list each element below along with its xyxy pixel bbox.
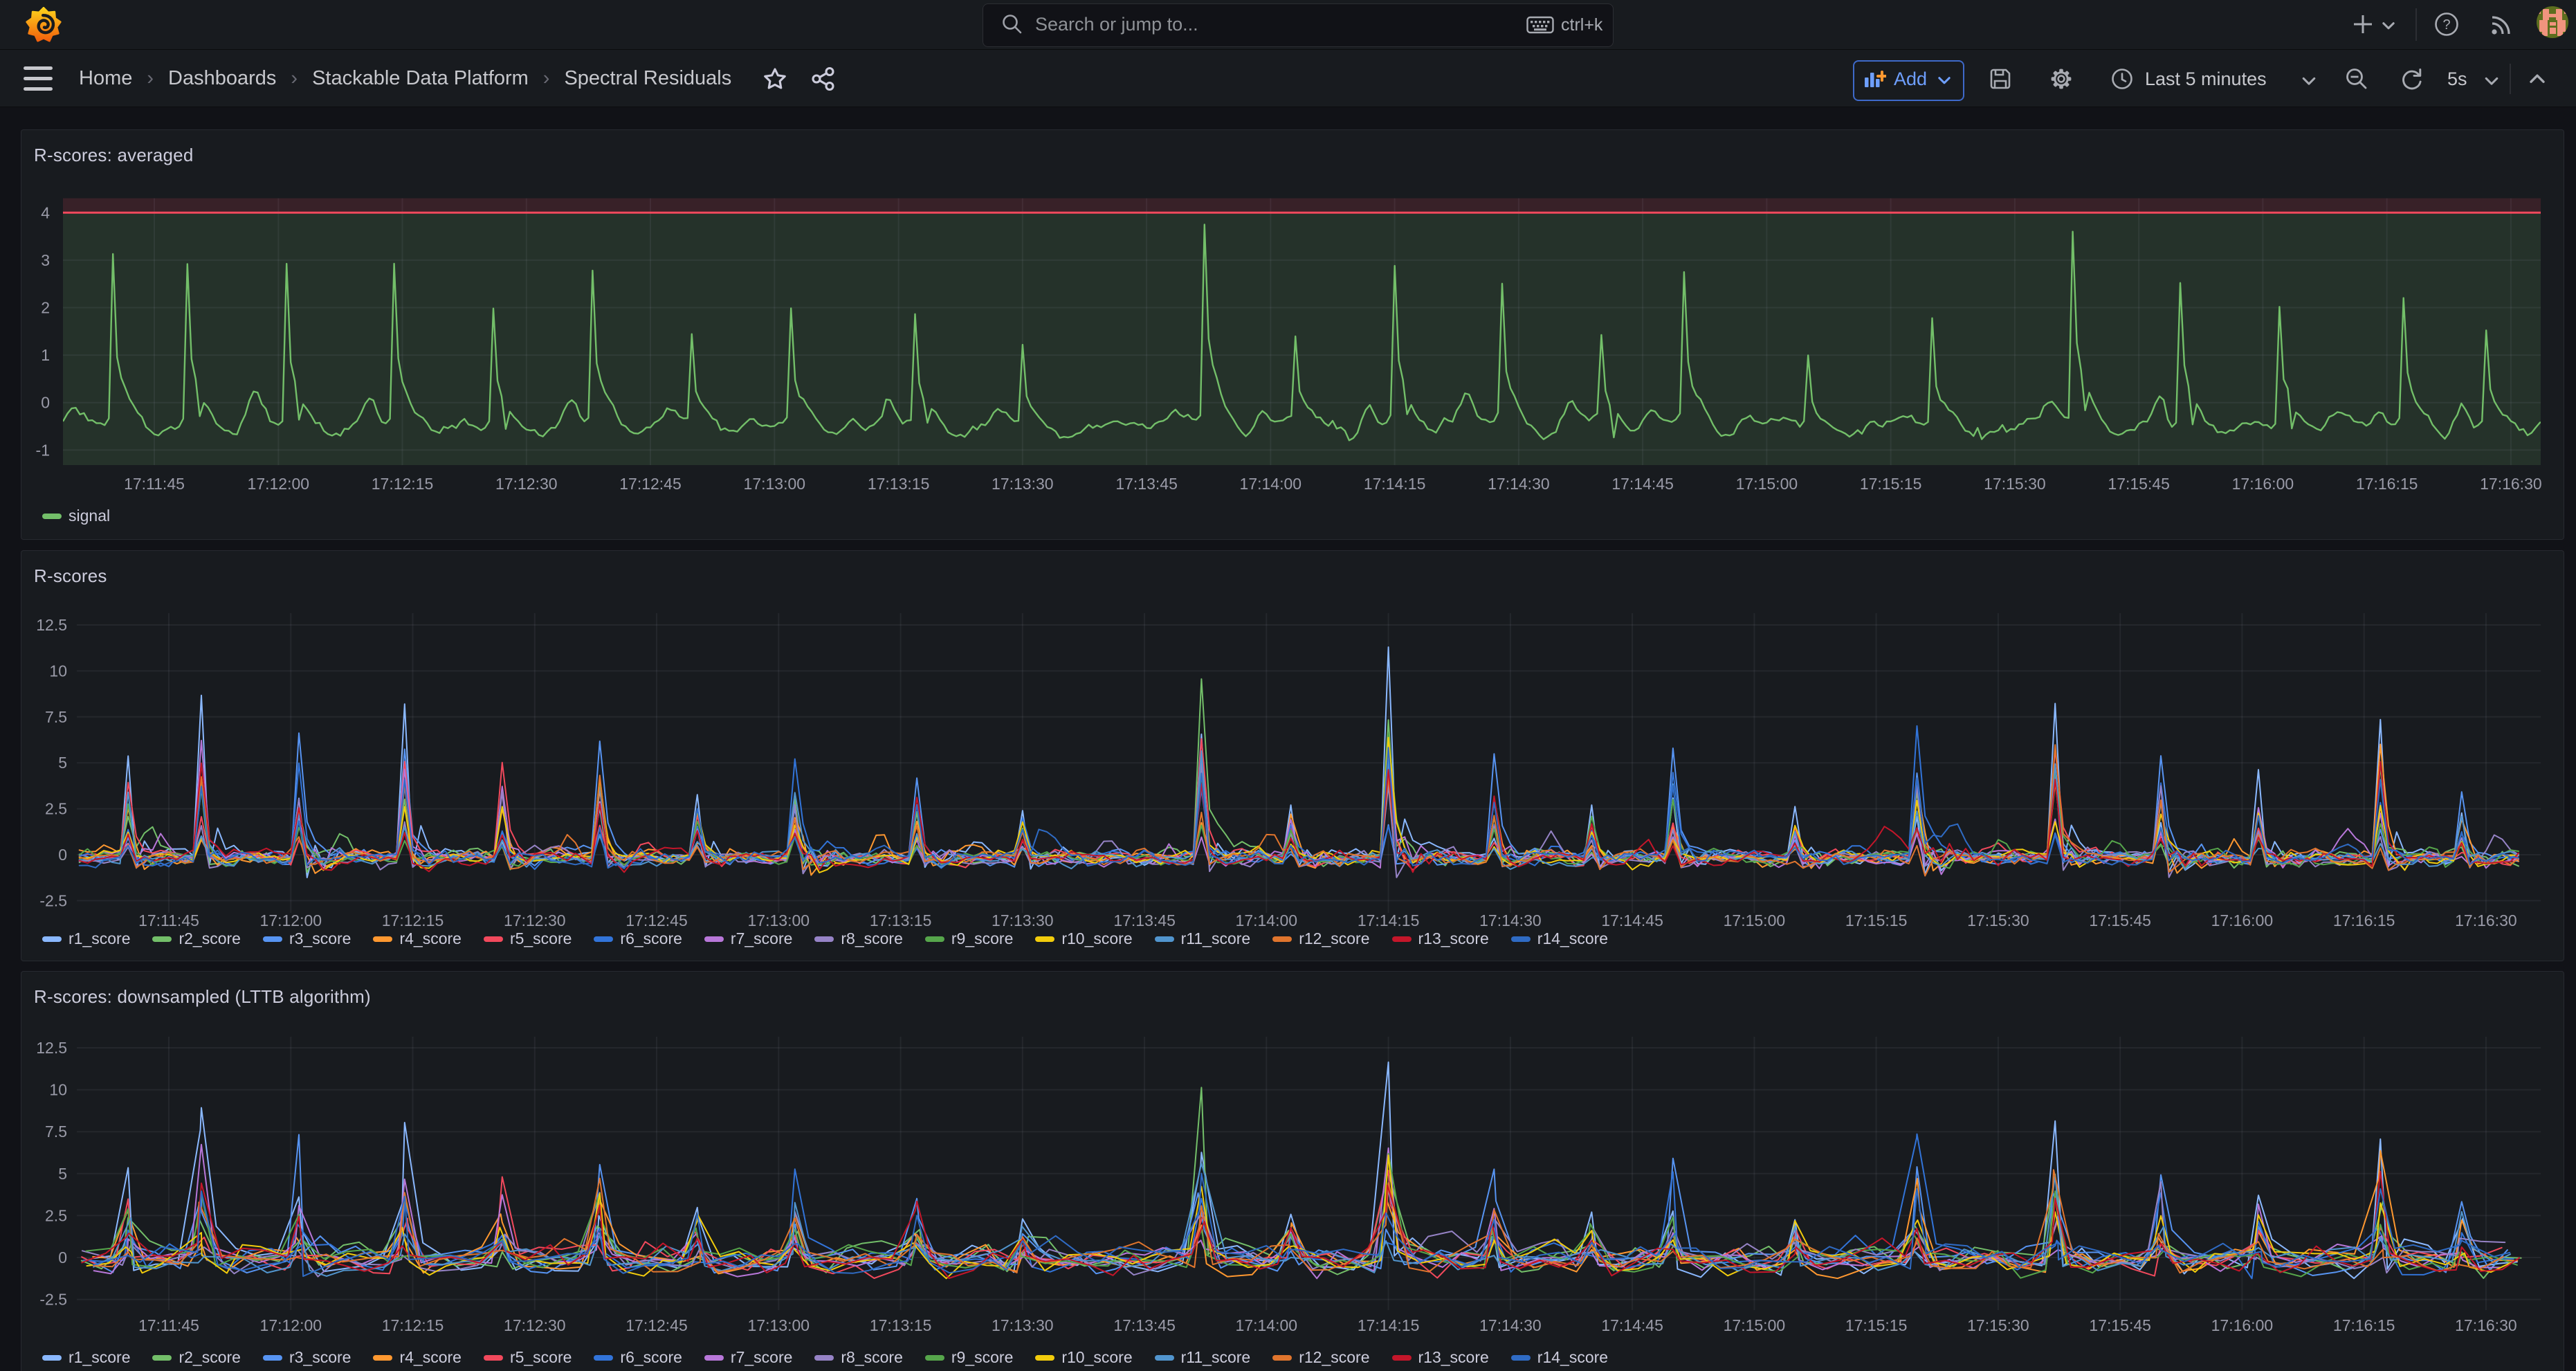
svg-text:17:16:00: 17:16:00 <box>2211 911 2274 929</box>
svg-text:17:14:30: 17:14:30 <box>1479 1316 1542 1334</box>
svg-text:17:15:30: 17:15:30 <box>1984 475 2046 493</box>
svg-text:17:12:30: 17:12:30 <box>504 1316 566 1334</box>
svg-text:17:12:00: 17:12:00 <box>260 1316 322 1334</box>
svg-text:17:16:00: 17:16:00 <box>2211 1316 2274 1334</box>
svg-text:0: 0 <box>58 1249 67 1266</box>
svg-text:1: 1 <box>41 346 50 364</box>
svg-text:17:14:15: 17:14:15 <box>1364 475 1426 493</box>
svg-text:17:15:45: 17:15:45 <box>2089 1316 2151 1334</box>
svg-text:12.5: 12.5 <box>36 616 67 634</box>
svg-text:2.5: 2.5 <box>45 1206 67 1224</box>
svg-text:17:14:15: 17:14:15 <box>1358 1316 1420 1334</box>
svg-text:17:16:30: 17:16:30 <box>2455 911 2517 929</box>
svg-text:17:13:45: 17:13:45 <box>1113 1316 1176 1334</box>
svg-text:17:15:30: 17:15:30 <box>1967 911 2029 929</box>
svg-text:17:14:45: 17:14:45 <box>1601 911 1663 929</box>
svg-text:17:14:30: 17:14:30 <box>1479 911 1542 929</box>
svg-text:17:16:30: 17:16:30 <box>2455 1316 2517 1334</box>
svg-text:17:13:30: 17:13:30 <box>992 475 1054 493</box>
svg-text:17:15:45: 17:15:45 <box>2108 475 2170 493</box>
svg-text:7.5: 7.5 <box>45 708 67 726</box>
svg-text:17:13:00: 17:13:00 <box>748 911 810 929</box>
svg-text:17:11:45: 17:11:45 <box>138 911 199 929</box>
svg-text:-2.5: -2.5 <box>39 1291 67 1309</box>
svg-text:17:15:00: 17:15:00 <box>1724 1316 1786 1334</box>
svg-text:17:15:00: 17:15:00 <box>1736 475 1798 493</box>
svg-text:17:13:00: 17:13:00 <box>748 1316 810 1334</box>
svg-text:17:11:45: 17:11:45 <box>138 1316 199 1334</box>
svg-text:17:15:15: 17:15:15 <box>1860 475 1922 493</box>
svg-text:?: ? <box>2442 17 2450 33</box>
svg-text:-1: -1 <box>36 441 50 459</box>
svg-text:17:12:30: 17:12:30 <box>504 911 566 929</box>
svg-text:17:16:15: 17:16:15 <box>2333 1316 2395 1334</box>
svg-text:17:14:00: 17:14:00 <box>1236 1316 1298 1334</box>
svg-text:17:13:45: 17:13:45 <box>1115 475 1178 493</box>
svg-text:5: 5 <box>58 754 67 772</box>
svg-text:17:15:00: 17:15:00 <box>1724 911 1786 929</box>
svg-text:7.5: 7.5 <box>45 1123 67 1141</box>
svg-text:17:14:45: 17:14:45 <box>1611 475 1674 493</box>
svg-text:17:15:45: 17:15:45 <box>2089 911 2151 929</box>
svg-text:10: 10 <box>49 1081 67 1099</box>
svg-text:17:14:45: 17:14:45 <box>1601 1316 1663 1334</box>
svg-text:17:12:30: 17:12:30 <box>495 475 558 493</box>
svg-text:3: 3 <box>41 251 50 269</box>
svg-text:0: 0 <box>58 846 67 864</box>
svg-text:0: 0 <box>41 394 50 412</box>
svg-text:17:13:00: 17:13:00 <box>744 475 806 493</box>
svg-text:17:14:30: 17:14:30 <box>1488 475 1550 493</box>
svg-text:17:11:45: 17:11:45 <box>124 475 185 493</box>
svg-text:17:12:45: 17:12:45 <box>625 1316 688 1334</box>
svg-text:17:16:15: 17:16:15 <box>2356 475 2418 493</box>
svg-text:17:12:15: 17:12:15 <box>372 475 434 493</box>
svg-text:17:12:45: 17:12:45 <box>625 911 688 929</box>
svg-text:17:15:30: 17:15:30 <box>1967 1316 2029 1334</box>
svg-text:10: 10 <box>49 662 67 680</box>
svg-text:17:13:15: 17:13:15 <box>870 1316 932 1334</box>
svg-text:17:12:00: 17:12:00 <box>248 475 310 493</box>
svg-text:17:16:00: 17:16:00 <box>2232 475 2294 493</box>
svg-text:17:13:15: 17:13:15 <box>870 911 932 929</box>
svg-text:12.5: 12.5 <box>36 1039 67 1057</box>
svg-text:17:12:15: 17:12:15 <box>382 1316 444 1334</box>
svg-text:5: 5 <box>58 1165 67 1183</box>
svg-text:17:13:30: 17:13:30 <box>992 1316 1054 1334</box>
svg-text:2.5: 2.5 <box>45 800 67 818</box>
svg-text:17:16:15: 17:16:15 <box>2333 911 2395 929</box>
svg-text:17:13:15: 17:13:15 <box>868 475 930 493</box>
svg-text:17:16:30: 17:16:30 <box>2480 475 2542 493</box>
svg-text:17:15:15: 17:15:15 <box>1845 911 1908 929</box>
svg-text:17:12:00: 17:12:00 <box>260 911 322 929</box>
svg-text:17:12:15: 17:12:15 <box>382 911 444 929</box>
svg-text:17:12:45: 17:12:45 <box>619 475 682 493</box>
svg-text:17:13:30: 17:13:30 <box>992 911 1054 929</box>
svg-text:-2.5: -2.5 <box>39 891 67 909</box>
svg-text:17:13:45: 17:13:45 <box>1113 911 1176 929</box>
svg-text:17:14:15: 17:14:15 <box>1358 911 1420 929</box>
svg-text:17:15:15: 17:15:15 <box>1845 1316 1908 1334</box>
svg-text:17:14:00: 17:14:00 <box>1240 475 1302 493</box>
svg-text:17:14:00: 17:14:00 <box>1236 911 1298 929</box>
svg-text:2: 2 <box>41 299 50 317</box>
svg-text:4: 4 <box>41 203 50 221</box>
